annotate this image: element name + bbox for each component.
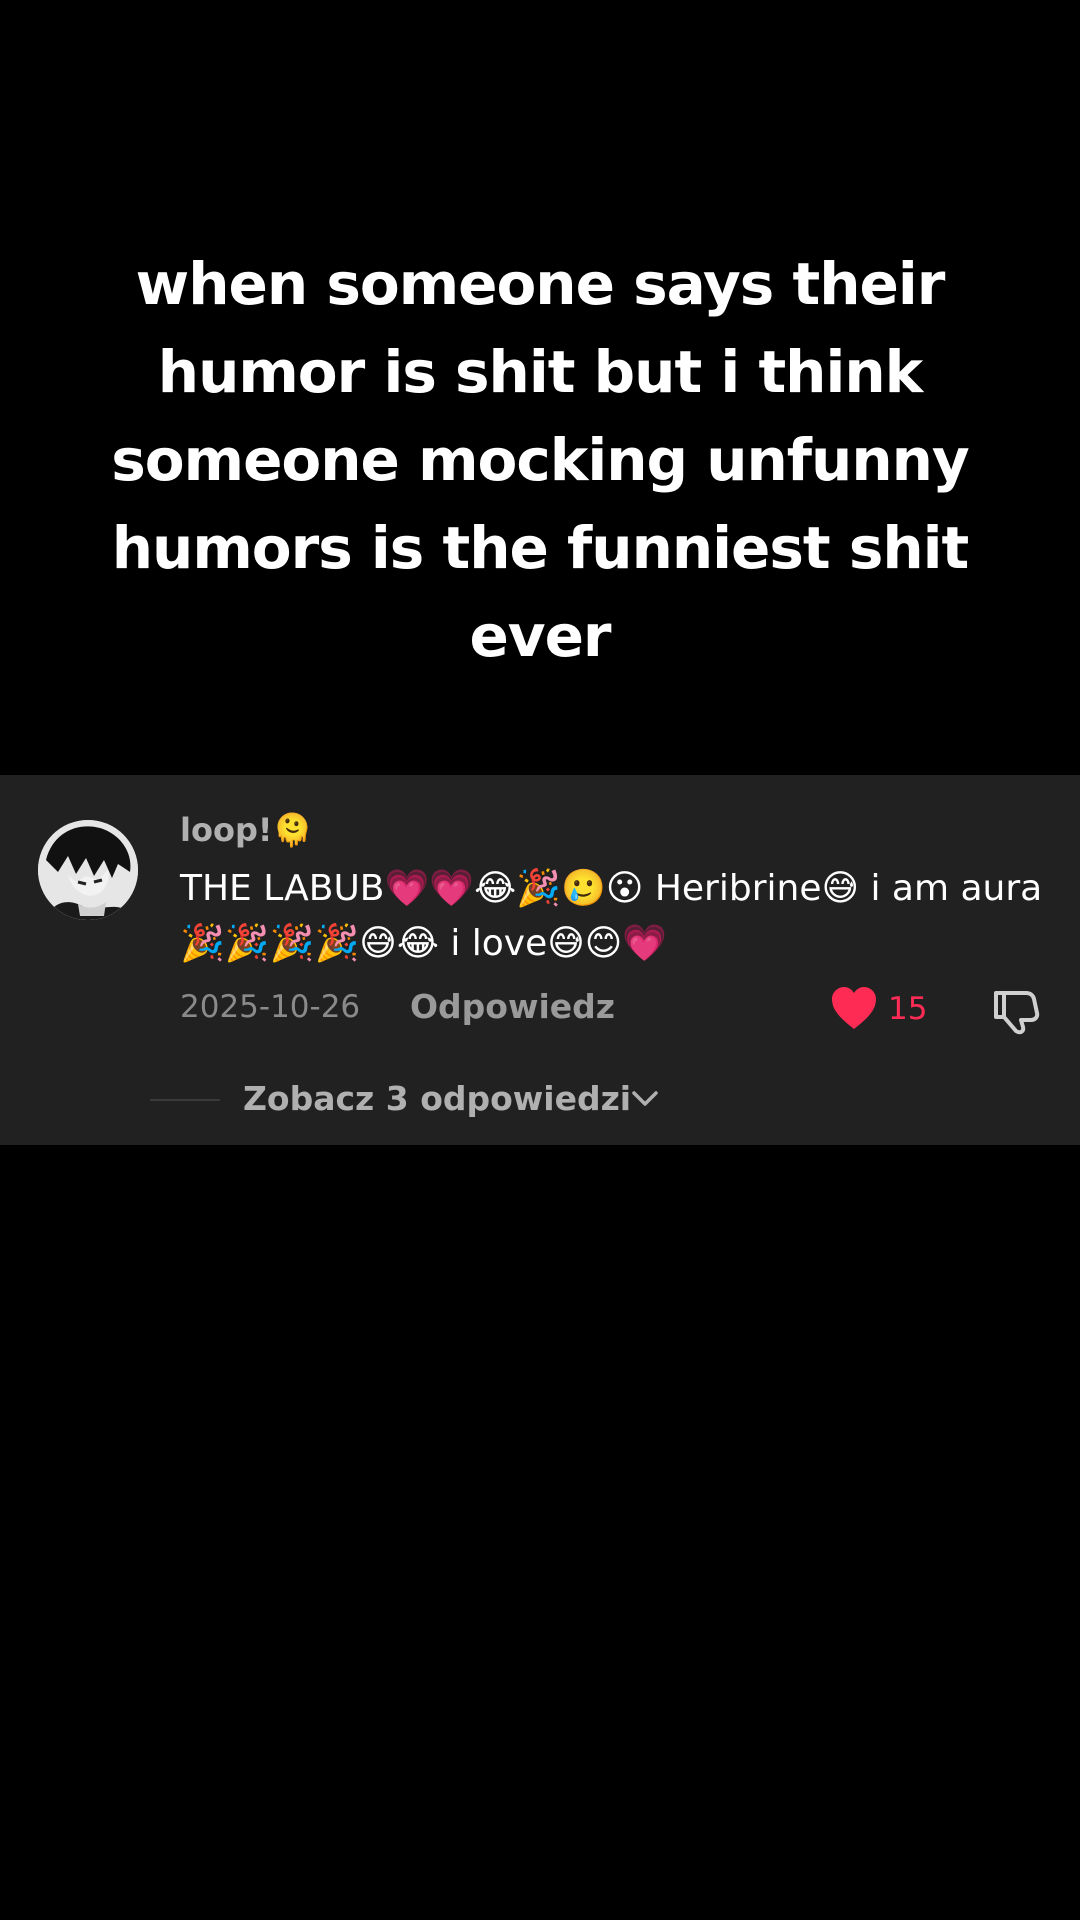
comment-text: THE LABUB💗💗😂🎉🥲😮 Heribrine😅 i am aura🎉🎉🎉🎉… <box>180 868 1043 964</box>
comment-date: 2025-10-26 <box>180 989 361 1025</box>
avatar[interactable] <box>38 820 138 920</box>
comment-username[interactable]: loop!🫠 <box>180 811 312 849</box>
heart-icon <box>832 987 876 1029</box>
like-count: 15 <box>888 991 928 1027</box>
dislike-icon[interactable] <box>990 987 1040 1035</box>
divider <box>150 1099 220 1101</box>
video-caption: when someone says their humor is shit bu… <box>111 250 969 670</box>
view-replies-label: Zobacz 3 odpowiedzi <box>243 1079 632 1118</box>
chevron-down-icon <box>632 1091 658 1106</box>
comment-panel: loop!🫠 THE LABUB💗💗😂🎉🥲😮 Heribrine😅 i am a… <box>0 775 1080 1145</box>
comment-meta: 2025-10-26 Odpowiedz 15 <box>180 985 1050 1035</box>
reply-button[interactable]: Odpowiedz <box>410 987 615 1026</box>
